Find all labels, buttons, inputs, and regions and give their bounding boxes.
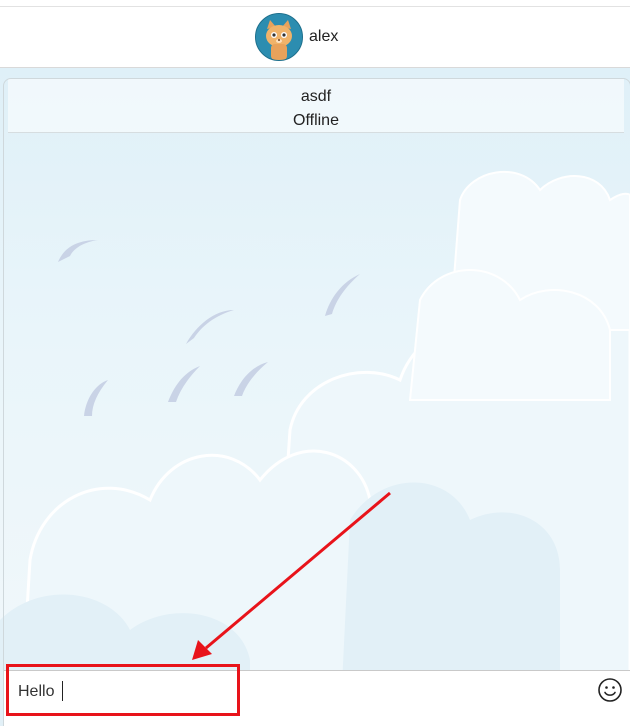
chat-header: asdf Offline [8, 79, 624, 133]
contact-name: asdf [300, 88, 332, 105]
contact-status: Offline [293, 112, 339, 129]
current-user[interactable]: alex [255, 13, 338, 61]
app-header: alex [0, 0, 630, 68]
message-input[interactable] [18, 681, 518, 703]
chat-app: alex asdf Offline [0, 0, 630, 726]
chat-window: asdf Offline [3, 78, 630, 726]
smiley-icon[interactable] [597, 677, 623, 703]
username-label: alex [309, 28, 339, 45]
cat-avatar-icon[interactable] [255, 13, 303, 61]
header-divider [0, 6, 630, 7]
message-composer [4, 670, 630, 726]
text-caret [62, 681, 63, 701]
